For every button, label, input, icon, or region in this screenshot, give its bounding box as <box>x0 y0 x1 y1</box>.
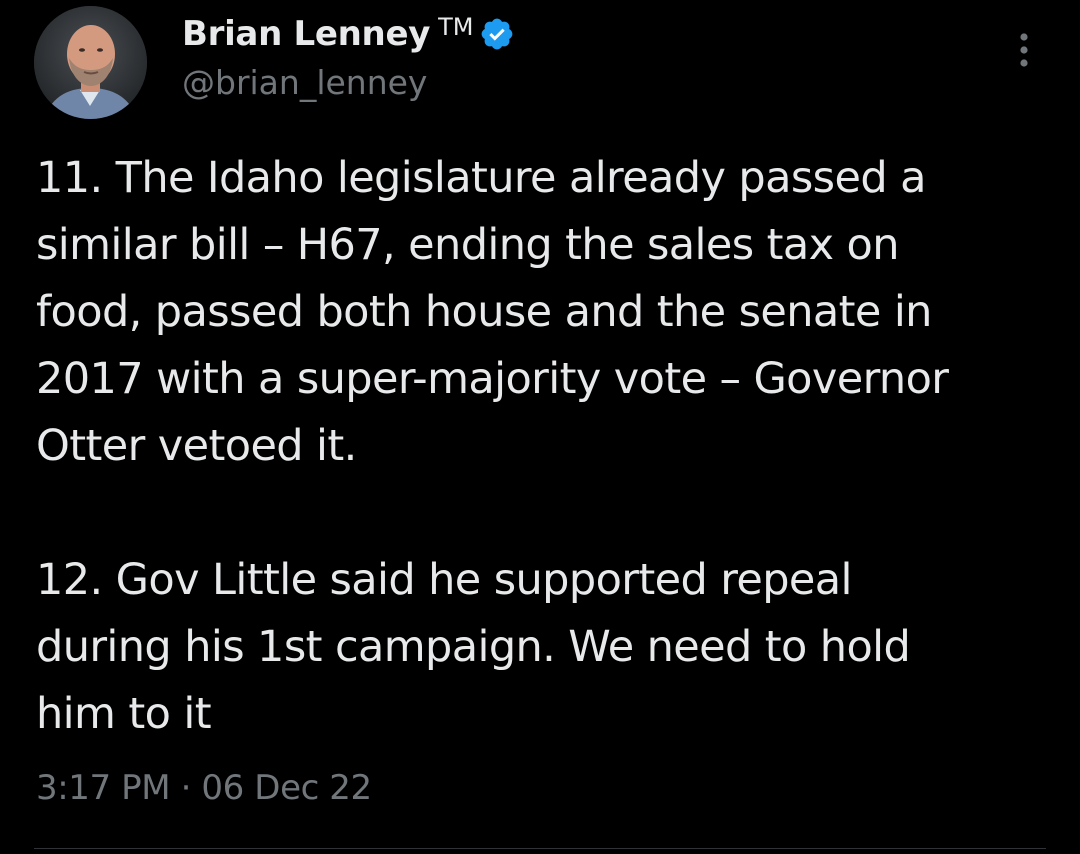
tweet-paragraph: 11. The Idaho legislature already passed… <box>36 153 949 471</box>
tweet-paragraph: 12. Gov Little said he supported repeal … <box>36 555 911 739</box>
avatar[interactable] <box>34 6 147 119</box>
tweet-text: 11. The Idaho legislature already passed… <box>36 145 1066 748</box>
divider <box>34 848 1046 849</box>
tweet-card: Brian Lenney TM @brian_lenney 11. The Id… <box>0 0 1080 854</box>
tweet-timestamp[interactable]: 3:17 PM · 06 Dec 22 <box>36 768 372 808</box>
profile-photo-icon <box>34 6 147 119</box>
author-name-row: Brian Lenney TM <box>182 12 515 56</box>
author-name-suffix: TM <box>438 13 474 41</box>
author-handle[interactable]: @brian_lenney <box>182 63 427 102</box>
more-vertical-icon[interactable] <box>1006 30 1042 70</box>
verified-badge-icon <box>479 16 515 52</box>
author-display-name[interactable]: Brian Lenney <box>182 14 430 54</box>
